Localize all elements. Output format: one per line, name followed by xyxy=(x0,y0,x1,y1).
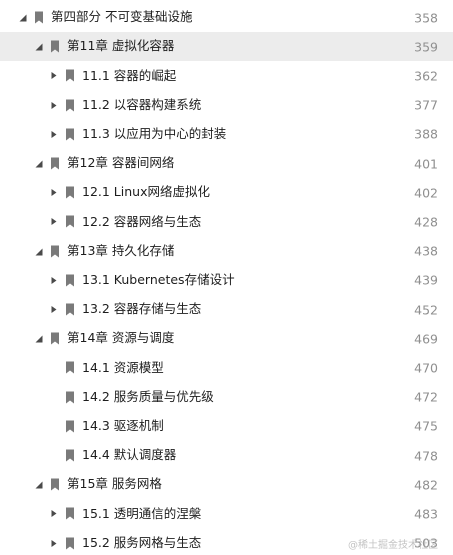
bookmark-icon xyxy=(49,478,61,492)
bookmark-icon xyxy=(64,507,76,521)
toc-item-page-number: 359 xyxy=(414,39,438,55)
toc-item-page-number: 503 xyxy=(414,535,438,551)
toc-item[interactable]: 第15章 服务网格 482 xyxy=(0,470,453,499)
table-of-contents: 第四部分 不可变基础设施 358 第11章 虚拟化容器 359 11.1 容器的崛起 36… xyxy=(0,0,453,555)
toc-item[interactable]: 第11章 虚拟化容器 359 xyxy=(0,32,453,62)
toggle-spacer xyxy=(48,392,58,402)
toc-item[interactable]: 14.2 服务质量与优先级 472 xyxy=(0,383,453,412)
toc-item-page-number: 428 xyxy=(414,214,438,230)
bookmark-icon xyxy=(64,215,76,229)
expand-icon[interactable] xyxy=(48,129,58,139)
toc-item[interactable]: 11.1 容器的崛起 362 xyxy=(0,61,453,90)
toc-item-page-number: 438 xyxy=(414,243,438,259)
toc-item[interactable]: 第12章 容器间网络 401 xyxy=(0,149,453,178)
toc-item[interactable]: 14.4 默认调度器 478 xyxy=(0,441,453,470)
bookmark-icon xyxy=(64,273,76,287)
toc-item-label: 第四部分 不可变基础设施 xyxy=(51,9,193,25)
toc-item-page-number: 377 xyxy=(414,97,438,113)
toc-item[interactable]: 第13章 持久化存储 438 xyxy=(0,237,453,266)
collapse-icon[interactable] xyxy=(33,246,43,256)
bookmark-icon xyxy=(33,11,45,25)
toc-item-label: 14.3 驱逐机制 xyxy=(82,418,164,434)
toc-item[interactable]: 11.2 以容器构建系统 377 xyxy=(0,91,453,120)
collapse-icon[interactable] xyxy=(33,159,43,169)
toc-item-page-number: 388 xyxy=(414,126,438,142)
toc-item[interactable]: 13.1 Kubernetes存储设计 439 xyxy=(0,266,453,295)
expand-icon[interactable] xyxy=(48,71,58,81)
bookmark-icon xyxy=(64,536,76,550)
bookmark-icon xyxy=(49,332,61,346)
collapse-icon[interactable] xyxy=(17,13,27,23)
bookmark-icon xyxy=(64,98,76,112)
toc-item-page-number: 469 xyxy=(414,331,438,347)
toc-item-page-number: 452 xyxy=(414,302,438,317)
toggle-spacer xyxy=(48,421,58,431)
toc-item-label: 13.1 Kubernetes存储设计 xyxy=(82,272,235,288)
toc-item-label: 11.2 以容器构建系统 xyxy=(82,96,202,112)
collapse-icon[interactable] xyxy=(33,334,43,344)
toc-item-label: 14.4 默认调度器 xyxy=(82,447,177,463)
toc-item-page-number: 475 xyxy=(414,418,438,434)
toc-item-label: 12.2 容器网络与生态 xyxy=(82,213,202,229)
toc-item[interactable]: 11.3 以应用为中心的封装 388 xyxy=(0,120,453,149)
toc-item[interactable]: 12.1 Linux网络虚拟化 402 xyxy=(0,178,453,207)
toc-item[interactable]: 13.2 容器存储与生态 452 xyxy=(0,295,453,324)
toc-item[interactable]: 12.2 容器网络与生态 428 xyxy=(0,207,453,236)
toc-item-page-number: 439 xyxy=(414,272,438,288)
toc-item[interactable]: 15.2 服务网格与生态 503 xyxy=(0,529,453,555)
toc-item-page-number: 482 xyxy=(414,477,438,493)
toc-item-label: 14.1 资源模型 xyxy=(82,359,164,375)
toc-item-label: 第14章 资源与调度 xyxy=(67,330,175,346)
bookmark-icon xyxy=(64,69,76,83)
toc-item-label: 第11章 虚拟化容器 xyxy=(67,38,175,54)
bookmark-icon xyxy=(64,361,76,375)
expand-icon[interactable] xyxy=(48,100,58,110)
expand-icon[interactable] xyxy=(48,188,58,198)
toc-item-page-number: 483 xyxy=(414,506,438,522)
collapse-icon[interactable] xyxy=(33,42,43,52)
toc-item-page-number: 478 xyxy=(414,448,438,463)
toc-item-label: 12.1 Linux网络虚拟化 xyxy=(82,184,210,200)
toc-item[interactable]: 14.1 资源模型 470 xyxy=(0,353,453,382)
toc-item-label: 第15章 服务网格 xyxy=(67,476,162,492)
toc-item[interactable]: 14.3 驱逐机制 475 xyxy=(0,412,453,441)
expand-icon[interactable] xyxy=(48,275,58,285)
toc-item-label: 第12章 容器间网络 xyxy=(67,155,175,171)
expand-icon[interactable] xyxy=(48,217,58,227)
expand-icon[interactable] xyxy=(48,305,58,315)
toc-item-label: 15.2 服务网格与生态 xyxy=(82,534,202,550)
toc-item-page-number: 470 xyxy=(414,360,438,376)
toggle-spacer xyxy=(48,451,58,461)
bookmark-icon xyxy=(64,186,76,200)
bookmark-icon xyxy=(64,419,76,433)
bookmark-icon xyxy=(64,303,76,317)
toc-item-page-number: 401 xyxy=(414,156,438,171)
bookmark-icon xyxy=(64,127,76,141)
toc-item-page-number: 358 xyxy=(414,10,438,25)
expand-icon[interactable] xyxy=(48,509,58,519)
bookmark-icon xyxy=(49,40,61,54)
toc-item-page-number: 362 xyxy=(414,68,438,84)
toc-item[interactable]: 15.1 透明通信的涅槃 483 xyxy=(0,499,453,528)
toc-item-label: 14.2 服务质量与优先级 xyxy=(82,388,214,404)
toc-item[interactable]: 第14章 资源与调度 469 xyxy=(0,324,453,353)
bookmark-icon xyxy=(49,244,61,258)
toggle-spacer xyxy=(48,363,58,373)
toc-item-label: 11.3 以应用为中心的封装 xyxy=(82,126,227,142)
bookmark-icon xyxy=(64,390,76,404)
toc-item-label: 13.2 容器存储与生态 xyxy=(82,301,202,317)
expand-icon[interactable] xyxy=(48,538,58,548)
toc-item[interactable]: 第四部分 不可变基础设施 358 xyxy=(0,3,453,32)
toc-item-label: 15.1 透明通信的涅槃 xyxy=(82,505,202,521)
toc-item-page-number: 472 xyxy=(414,389,438,405)
toc-item-label: 第13章 持久化存储 xyxy=(67,242,175,258)
collapse-icon[interactable] xyxy=(33,480,43,490)
bookmark-icon xyxy=(49,157,61,171)
bookmark-icon xyxy=(64,449,76,463)
toc-item-page-number: 402 xyxy=(414,185,438,201)
toc-item-label: 11.1 容器的崛起 xyxy=(82,67,177,83)
